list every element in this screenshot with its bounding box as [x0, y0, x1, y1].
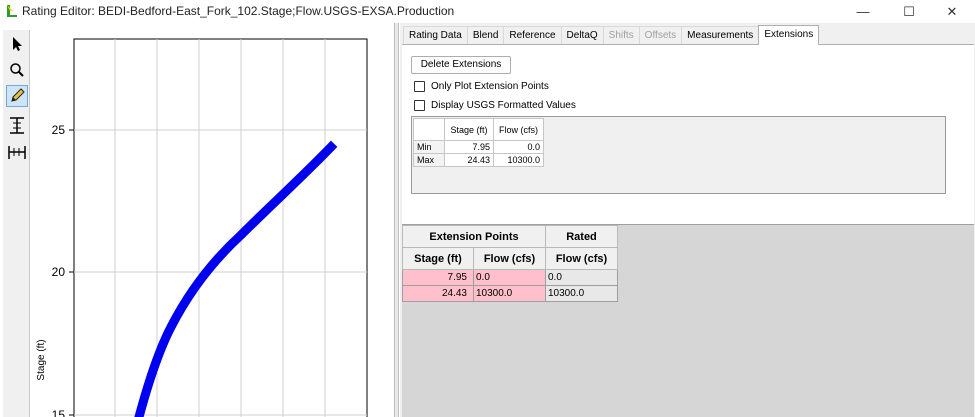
ext-stage-cell[interactable]: 7.95	[402, 269, 474, 286]
editor-panel: Rating Data Blend Reference DeltaQ Shift…	[400, 23, 975, 417]
editor-tabs: Rating Data Blend Reference DeltaQ Shift…	[403, 25, 820, 45]
rated-flow-header: Flow (cfs)	[545, 247, 618, 270]
extensions-tab-content: Delete Extensions Only Plot Extension Po…	[402, 44, 974, 417]
stats-cell: 0.0	[493, 140, 544, 154]
display-usgs-formatted-label: Display USGS Formatted Values	[431, 100, 576, 111]
pointer-tool-button[interactable]	[6, 33, 28, 55]
window-title: Rating Editor: BEDI-Bedford-East_Fork_10…	[22, 4, 455, 18]
stats-row-label: Min	[413, 140, 445, 154]
app-icon	[7, 5, 17, 17]
flow-line-tool-button[interactable]	[6, 141, 28, 163]
stage-line-icon	[10, 117, 24, 134]
rated-flow-cell: 10300.0	[545, 285, 618, 302]
zoom-tool-button[interactable]	[6, 59, 28, 81]
ext-flow-header: Flow (cfs)	[473, 247, 546, 270]
ext-stage-cell[interactable]: 24.43	[402, 285, 474, 302]
rating-plot[interactable]: 25 20 15 Stage (ft)	[31, 30, 393, 417]
pointer-icon	[13, 37, 22, 51]
tab-rating-data[interactable]: Rating Data	[403, 26, 468, 45]
min-max-summary: Stage (ft) Flow (cfs) Min 7.95 0.0 Max 2…	[411, 116, 946, 194]
delete-extensions-button[interactable]: Delete Extensions	[411, 56, 511, 74]
y-axis-label: Stage (ft)	[36, 339, 47, 380]
stage-line-tool-button[interactable]	[6, 114, 28, 136]
tab-blend[interactable]: Blend	[466, 26, 505, 45]
rated-flow-cell: 0.0	[545, 269, 618, 286]
tab-shifts: Shifts	[602, 26, 640, 45]
ext-flow-cell[interactable]: 10300.0	[473, 285, 546, 302]
tab-reference[interactable]: Reference	[503, 26, 562, 45]
min-max-table: Stage (ft) Flow (cfs) Min 7.95 0.0 Max 2…	[413, 118, 544, 167]
minimize-button[interactable]: —	[840, 0, 886, 23]
maximize-button[interactable]: ☐	[886, 0, 932, 23]
y-tick-label: 25	[52, 123, 66, 137]
rating-curve-chart: 25 20 15 Stage (ft)	[36, 38, 368, 417]
tab-extensions[interactable]: Extensions	[758, 25, 820, 45]
panel-splitter[interactable]	[394, 23, 399, 417]
plot-frame	[73, 38, 368, 417]
display-usgs-formatted-option[interactable]: Display USGS Formatted Values	[414, 100, 576, 111]
only-plot-extension-points-option[interactable]: Only Plot Extension Points	[414, 81, 549, 92]
flow-line-icon	[8, 146, 26, 159]
rated-group-header: Rated	[545, 225, 618, 248]
table-row: Min 7.95 0.0	[413, 140, 544, 154]
stats-cell: 10300.0	[493, 153, 544, 167]
display-usgs-formatted-checkbox[interactable]	[414, 100, 425, 111]
table-row: 7.95 0.0 0.0	[402, 269, 618, 286]
stats-cell: 7.95	[444, 140, 494, 154]
ext-flow-cell[interactable]: 0.0	[473, 269, 546, 286]
y-tick-label: 15	[52, 408, 66, 417]
y-tick-label: 20	[52, 265, 66, 279]
stats-stage-header: Stage (ft)	[444, 118, 494, 141]
extension-points-group-header: Extension Points	[402, 225, 546, 248]
pencil-tool-button[interactable]	[6, 85, 28, 107]
plot-toolbar	[3, 30, 30, 417]
only-plot-extension-points-label: Only Plot Extension Points	[431, 81, 549, 92]
tab-measurements[interactable]: Measurements	[681, 26, 760, 45]
title-bar: Rating Editor: BEDI-Bedford-East_Fork_10…	[0, 0, 975, 23]
tab-offsets: Offsets	[638, 26, 683, 45]
magnifier-icon	[10, 63, 24, 77]
only-plot-extension-points-checkbox[interactable]	[414, 81, 425, 92]
ext-stage-header: Stage (ft)	[402, 247, 474, 270]
stats-corner-header	[413, 118, 445, 141]
table-row: 24.43 10300.0 10300.0	[402, 285, 618, 302]
close-button[interactable]: ✕	[929, 0, 975, 23]
extension-points-table: Extension Points Rated Stage (ft) Flow (…	[402, 225, 618, 302]
stats-row-label: Max	[413, 153, 445, 167]
extension-points-area: Extension Points Rated Stage (ft) Flow (…	[402, 224, 974, 417]
stats-flow-header: Flow (cfs)	[493, 118, 544, 141]
pencil-icon	[11, 88, 25, 102]
table-row: Max 24.43 10300.0	[413, 153, 544, 167]
stats-cell: 24.43	[444, 153, 494, 167]
tab-deltaq[interactable]: DeltaQ	[560, 26, 604, 45]
